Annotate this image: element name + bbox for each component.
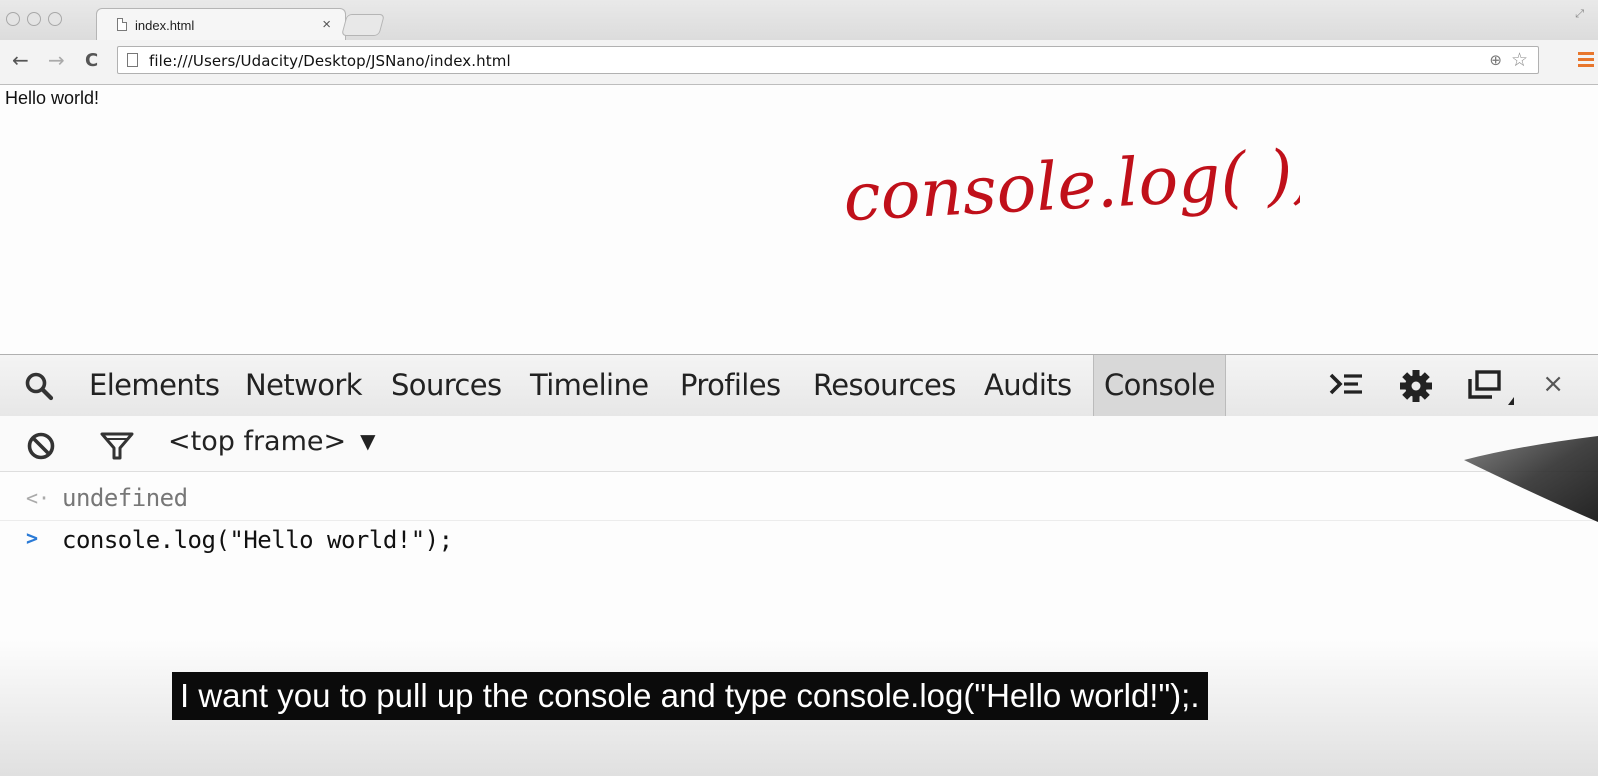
tab-elements[interactable]: Elements <box>89 368 220 402</box>
tab-strip: index.html × ⤢ <box>0 0 1598 41</box>
address-bar[interactable]: file:///Users/Udacity/Desktop/JSNano/ind… <box>117 46 1539 74</box>
console-prompt-line[interactable]: > console.log("Hello world!"); <box>0 518 1598 562</box>
dock-side-icon[interactable] <box>1468 369 1520 407</box>
tab-profiles[interactable]: Profiles <box>680 368 781 402</box>
window-controls <box>6 12 62 26</box>
tab-audits[interactable]: Audits <box>984 368 1072 402</box>
console-drawer-icon[interactable] <box>1328 369 1364 399</box>
browser-tab[interactable]: index.html × <box>96 8 346 41</box>
close-devtools-icon[interactable]: × <box>1542 369 1564 399</box>
page-body-text: Hello world! <box>5 88 100 108</box>
console-toolbar: <top frame> ▼ <box>0 416 1598 472</box>
close-window-button[interactable] <box>6 12 20 26</box>
frame-selector[interactable]: <top frame> ▼ <box>168 426 376 457</box>
tab-title: index.html <box>135 18 195 33</box>
filter-icon[interactable] <box>100 430 134 462</box>
page-icon <box>127 53 138 67</box>
new-tab-button[interactable] <box>341 14 385 36</box>
frame-selector-label: <top frame> <box>168 426 347 457</box>
document-icon <box>117 18 127 31</box>
bookmark-star-icon[interactable]: ☆ <box>1511 49 1528 71</box>
prompt-chevron-icon: > <box>26 526 39 550</box>
search-icon[interactable] <box>24 371 54 401</box>
fullscreen-icon[interactable]: ⤢ <box>1575 8 1584 21</box>
stylus-pointer <box>1464 436 1598 522</box>
tab-console[interactable]: Console <box>1093 355 1226 416</box>
url-text[interactable]: file:///Users/Udacity/Desktop/JSNano/ind… <box>149 52 511 70</box>
back-arrow-icon[interactable]: ← <box>12 48 29 72</box>
zoom-icon[interactable]: ⊕ <box>1489 51 1502 69</box>
zoom-window-button[interactable] <box>48 12 62 26</box>
clear-console-icon[interactable] <box>26 431 56 461</box>
reload-icon[interactable]: C <box>85 50 98 71</box>
handwritten-text: console.log( ); <box>842 140 1300 236</box>
forward-arrow-icon[interactable]: → <box>48 48 65 72</box>
settings-gear-icon[interactable] <box>1399 369 1433 403</box>
dropdown-arrow-icon: ▼ <box>360 429 376 453</box>
console-result-line: <· undefined <box>0 476 1598 521</box>
console-input-text[interactable]: console.log("Hello world!"); <box>62 526 453 554</box>
devtools-tabbar: Elements Network Sources Timeline Profil… <box>0 354 1598 417</box>
tab-sources[interactable]: Sources <box>391 368 502 402</box>
handwritten-annotation: console.log( ); <box>842 140 1300 236</box>
console-result-text: undefined <box>62 484 188 512</box>
menu-icon[interactable] <box>1578 52 1594 70</box>
tab-close-icon[interactable]: × <box>322 16 331 33</box>
tab-network[interactable]: Network <box>245 368 362 402</box>
browser-toolbar: ← → C file:///Users/Udacity/Desktop/JSNa… <box>0 40 1598 85</box>
minimize-window-button[interactable] <box>27 12 41 26</box>
result-arrow-icon: <· <box>26 486 51 510</box>
video-subtitle: I want you to pull up the console and ty… <box>172 672 1208 720</box>
tab-timeline[interactable]: Timeline <box>530 368 649 402</box>
tab-resources[interactable]: Resources <box>813 368 956 402</box>
